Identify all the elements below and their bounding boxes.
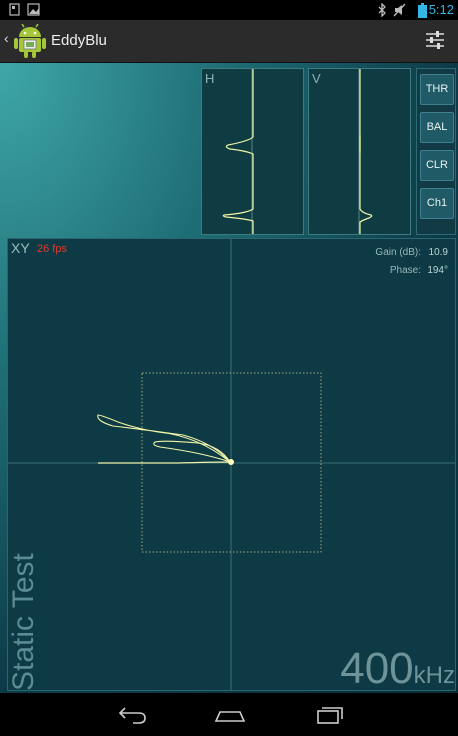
h-trace-panel[interactable]: H — [201, 68, 304, 235]
channel-button[interactable]: Ch1 — [420, 188, 454, 219]
settings-sliders-icon[interactable] — [424, 29, 446, 51]
up-caret-icon[interactable]: ‹ — [4, 30, 9, 46]
android-app-icon[interactable] — [14, 23, 46, 58]
instrument-view: H V THR BAL CLR Ch1 XY 26 fps Gain (dB):… — [0, 63, 458, 693]
xy-plot-panel[interactable]: XY 26 fps Gain (dB): 10.9 Phase: 194° St… — [7, 238, 456, 694]
frequency-unit: kHz — [413, 662, 455, 689]
bluetooth-icon — [378, 2, 387, 21]
gain-value: 10.9 — [428, 247, 448, 258]
xy-label: XY — [11, 240, 30, 256]
mode-label: Static Test — [7, 553, 40, 691]
h-trace-plot — [222, 69, 254, 234]
clock-time: 5:12 — [428, 2, 454, 17]
fps-readout: 26 fps — [37, 243, 67, 255]
back-icon[interactable] — [113, 701, 153, 727]
phase-label: Phase: — [389, 265, 421, 276]
image-icon — [27, 3, 40, 20]
control-button-column: THR BAL CLR Ch1 — [416, 68, 456, 235]
xy-plot — [8, 239, 455, 690]
navigation-bar — [0, 693, 458, 736]
home-icon[interactable] — [210, 701, 250, 727]
mute-icon — [393, 3, 406, 21]
app-title: EddyBlu — [51, 32, 107, 49]
recents-icon[interactable] — [310, 701, 350, 727]
action-bar: ‹ EddyBlu — [0, 20, 458, 63]
frequency-readout: 400kHz — [340, 644, 455, 694]
v-trace-panel[interactable]: V — [308, 68, 411, 235]
clr-button[interactable]: CLR — [420, 150, 454, 181]
phase-value: 194° — [427, 265, 448, 276]
thr-button[interactable]: THR — [420, 74, 454, 105]
v-trace-plot — [358, 69, 373, 234]
notification-icon — [9, 3, 20, 20]
frequency-value: 400 — [340, 644, 414, 693]
status-bar: 5:12 — [0, 0, 458, 20]
gain-label: Gain (dB): — [375, 247, 421, 258]
bal-button[interactable]: BAL — [420, 112, 454, 143]
